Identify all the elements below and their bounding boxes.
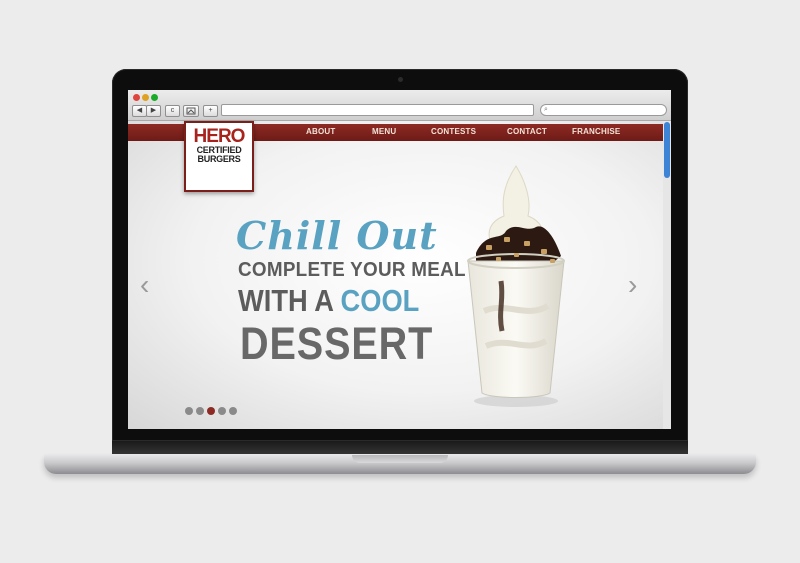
carousel-next-arrow[interactable]: › xyxy=(628,271,637,299)
hero-headline: Chill Out xyxy=(236,213,438,258)
carousel-dot[interactable] xyxy=(185,407,193,415)
sundae-image xyxy=(467,165,565,407)
logo-hero-text: HERO xyxy=(193,126,246,147)
laptop-screen: ◀ ▶ c + ⌕ ABOUT MENU CONTESTS CONTACT FR… xyxy=(128,90,671,429)
laptop-opening-notch xyxy=(352,455,448,463)
scrollbar-thumb[interactable] xyxy=(664,122,670,178)
nav-menu[interactable]: MENU xyxy=(372,127,396,136)
website-viewport: ABOUT MENU CONTESTS CONTACT FRANCHISE HE… xyxy=(128,121,663,429)
back-button[interactable]: ◀ xyxy=(132,105,147,117)
search-icon: ⌕ xyxy=(544,106,548,113)
site-logo[interactable]: HERO CERTIFIED BURGERS xyxy=(184,121,254,192)
hero-line-3-highlight: COOL xyxy=(340,283,420,318)
logo-burgers-text: BURGERS xyxy=(197,154,241,164)
search-input[interactable]: ⌕ xyxy=(540,104,667,116)
carousel-prev-arrow[interactable]: ‹ xyxy=(140,271,149,299)
forward-button[interactable]: ▶ xyxy=(146,105,161,117)
carousel-indicators xyxy=(185,402,240,420)
carousel-dot[interactable] xyxy=(229,407,237,415)
camera-icon xyxy=(398,77,403,82)
reload-button[interactable]: c xyxy=(165,105,180,117)
nav-franchise[interactable]: FRANCHISE xyxy=(572,127,620,136)
nav-contact[interactable]: CONTACT xyxy=(507,127,547,136)
hero-line-2: COMPLETE YOUR MEAL xyxy=(238,258,466,281)
hero-line-3: WITH A COOL xyxy=(238,283,419,319)
nav-about[interactable]: ABOUT xyxy=(306,127,335,136)
hero-line-4: DESSERT xyxy=(240,318,434,369)
zoom-window-icon[interactable] xyxy=(151,94,158,101)
minimize-window-icon[interactable] xyxy=(142,94,149,101)
carousel-dot[interactable] xyxy=(218,407,226,415)
new-tab-button[interactable]: + xyxy=(203,105,218,117)
address-bar-input[interactable] xyxy=(221,104,534,116)
carousel-dot-active[interactable] xyxy=(207,407,215,415)
hero-line-3-part1: WITH A xyxy=(238,283,341,318)
browser-toolbar: ◀ ▶ c + ⌕ xyxy=(128,90,671,121)
nav-contests[interactable]: CONTESTS xyxy=(431,127,476,136)
carousel-dot[interactable] xyxy=(196,407,204,415)
share-button[interactable] xyxy=(183,105,199,117)
close-window-icon[interactable] xyxy=(133,94,140,101)
